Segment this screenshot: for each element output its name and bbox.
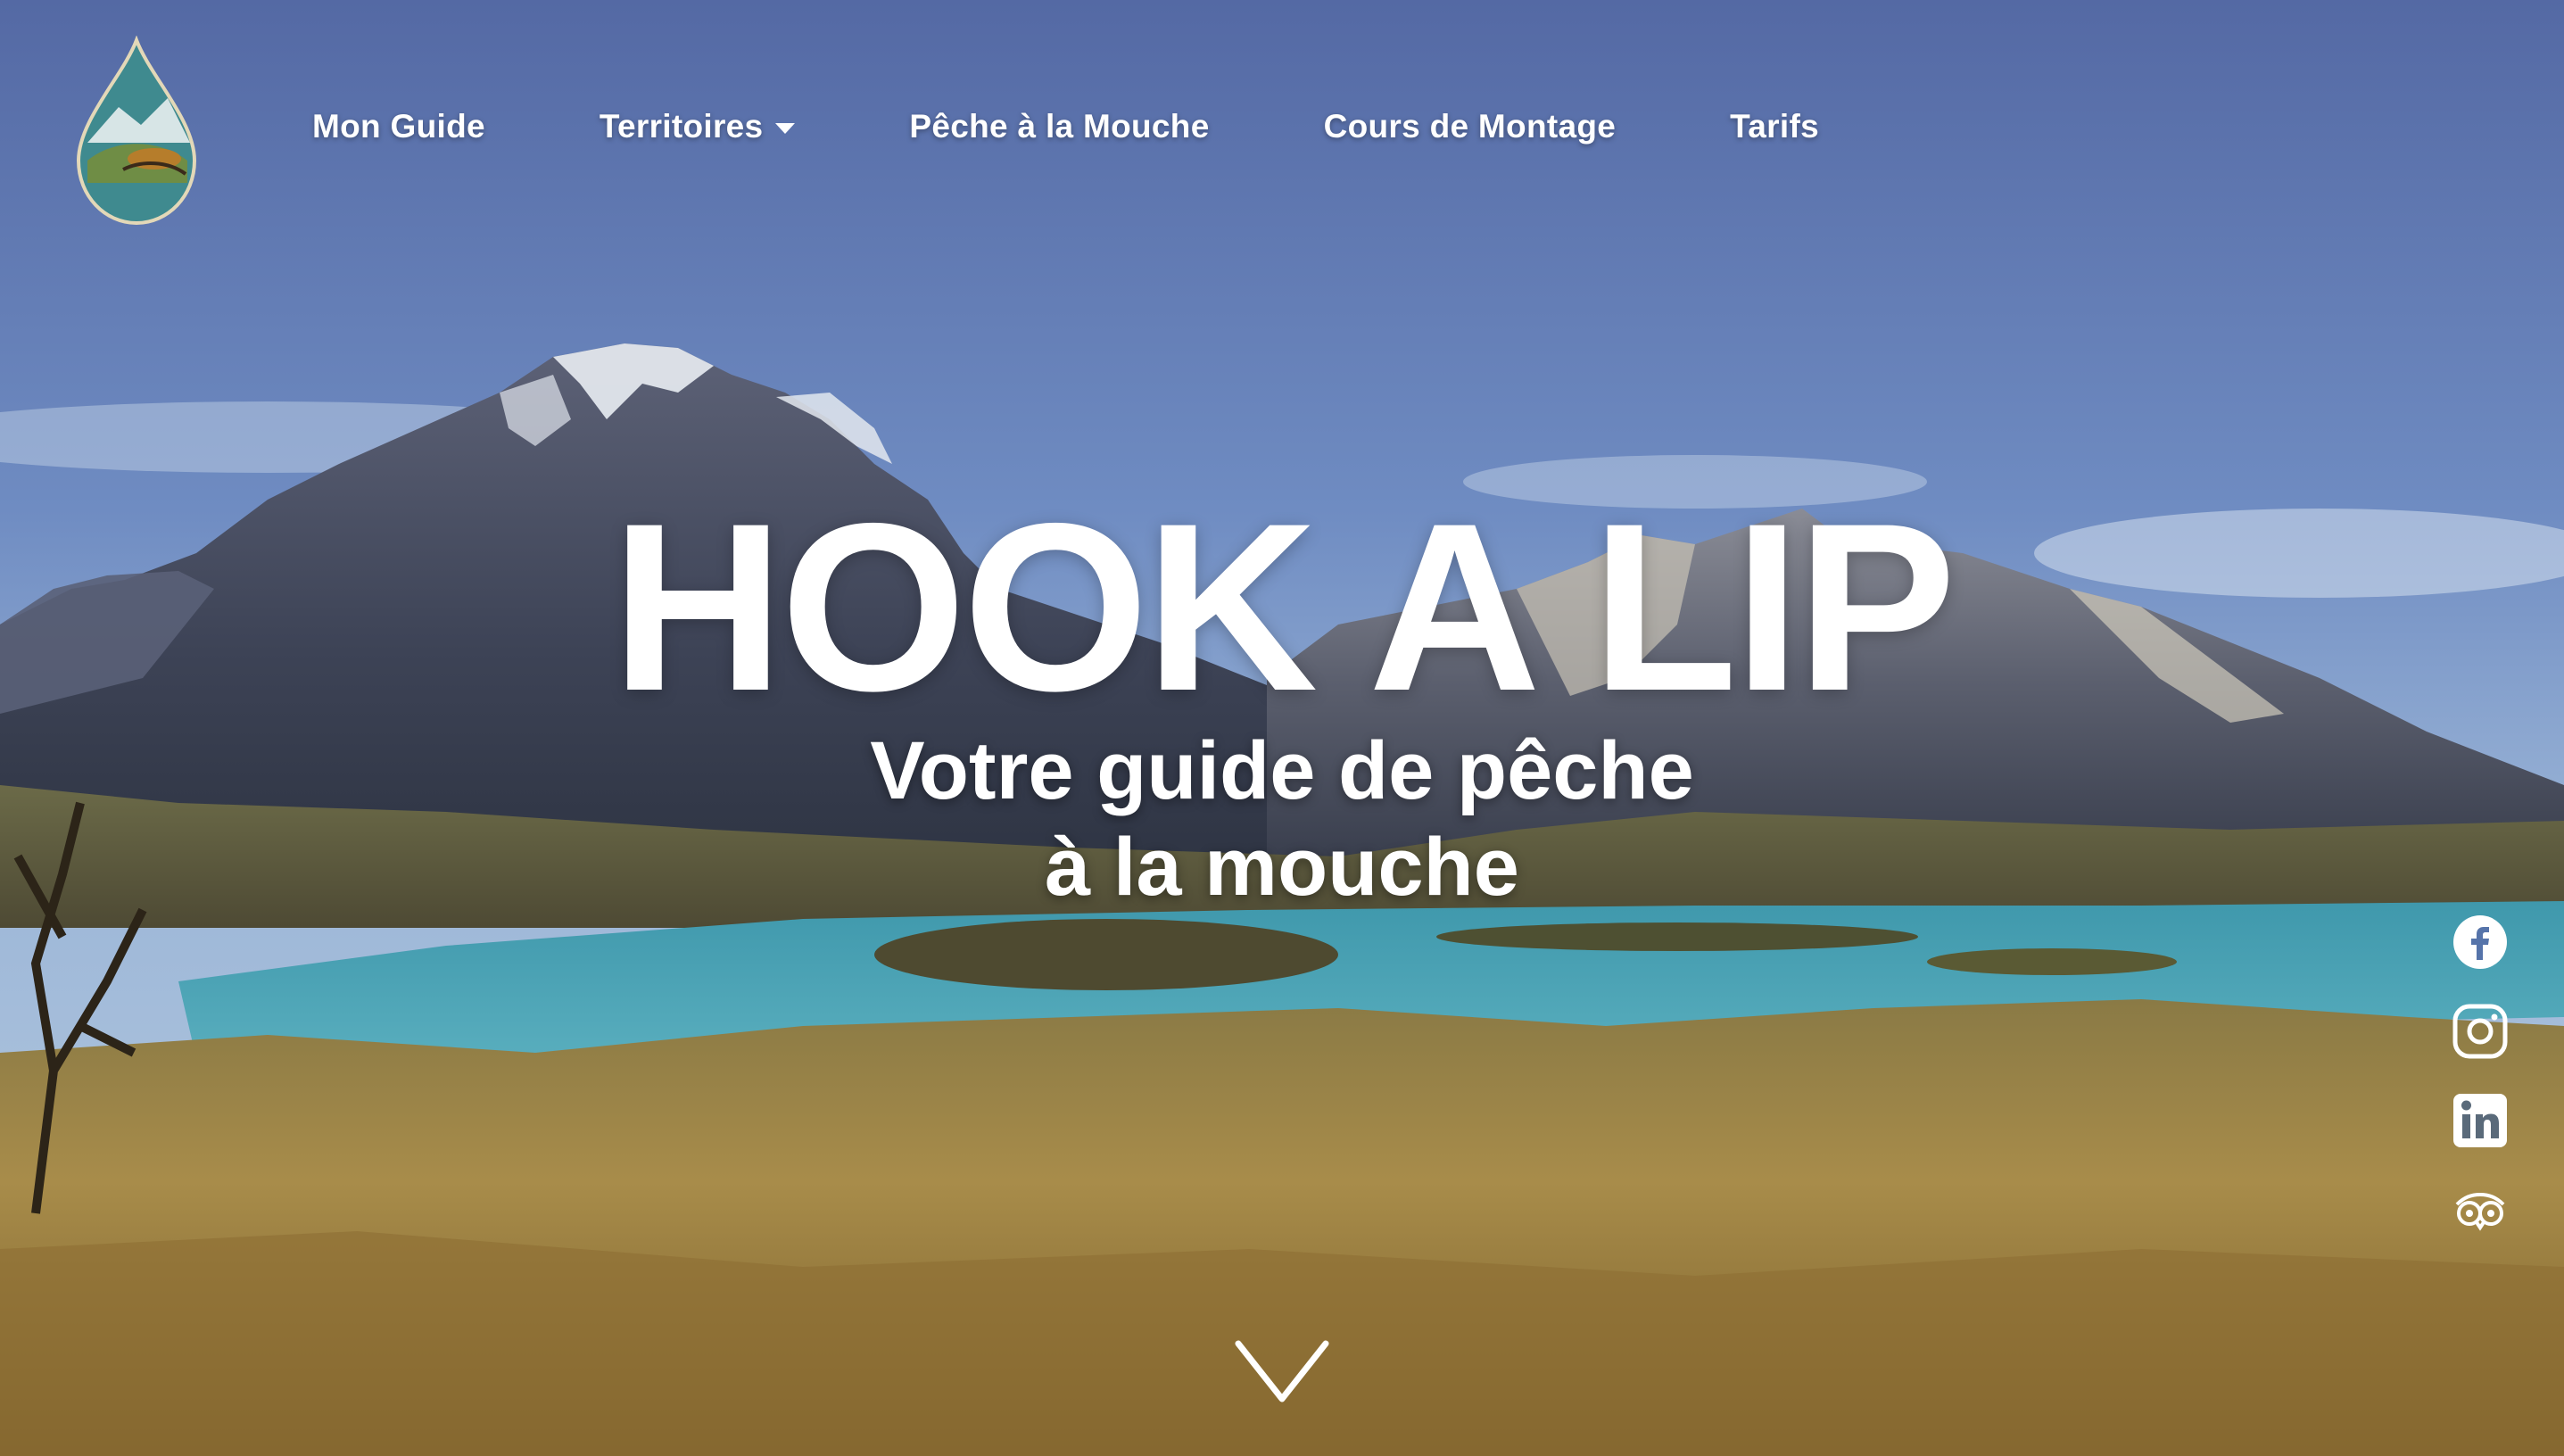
nav-peche-mouche-label: Pêche à la Mouche — [909, 108, 1210, 145]
nav-mon-guide[interactable]: Mon Guide — [312, 108, 485, 145]
hero-subtitle-line1: Votre guide de pêche — [870, 725, 1694, 816]
logo-droplet-icon — [76, 36, 197, 226]
nav-cours-montage-label: Cours de Montage — [1323, 108, 1617, 145]
top-navigation: Mon Guide Territoires Pêche à la Mouche … — [0, 0, 2564, 250]
tripadvisor-icon[interactable] — [2452, 1181, 2509, 1238]
main-menu: Mon Guide Territoires Pêche à la Mouche … — [312, 100, 1819, 153]
nav-territoires-label: Territoires — [599, 108, 764, 145]
scroll-down-button[interactable] — [1233, 1336, 1331, 1408]
hero-subtitle-line2: à la mouche — [1045, 822, 1519, 913]
nav-cours-montage[interactable]: Cours de Montage — [1324, 108, 1617, 145]
instagram-icon[interactable] — [2452, 1003, 2509, 1060]
hero-subtitle: Votre guide de pêche à la mouche — [0, 723, 2564, 915]
social-links — [2452, 914, 2509, 1270]
hero-page: Mon Guide Territoires Pêche à la Mouche … — [0, 0, 2564, 1456]
chevron-down-icon — [775, 123, 796, 134]
nav-mon-guide-label: Mon Guide — [312, 108, 485, 145]
facebook-icon[interactable] — [2452, 914, 2509, 971]
site-logo[interactable] — [70, 36, 203, 232]
hero-title: HOOK A LIP — [611, 473, 1956, 740]
nav-peche-mouche[interactable]: Pêche à la Mouche — [909, 108, 1209, 145]
linkedin-icon[interactable] — [2452, 1092, 2509, 1149]
nav-tarifs-label: Tarifs — [1730, 108, 1819, 145]
chevron-down-icon — [1235, 1340, 1329, 1402]
nav-tarifs[interactable]: Tarifs — [1730, 108, 1819, 145]
nav-territoires[interactable]: Territoires — [600, 108, 796, 145]
